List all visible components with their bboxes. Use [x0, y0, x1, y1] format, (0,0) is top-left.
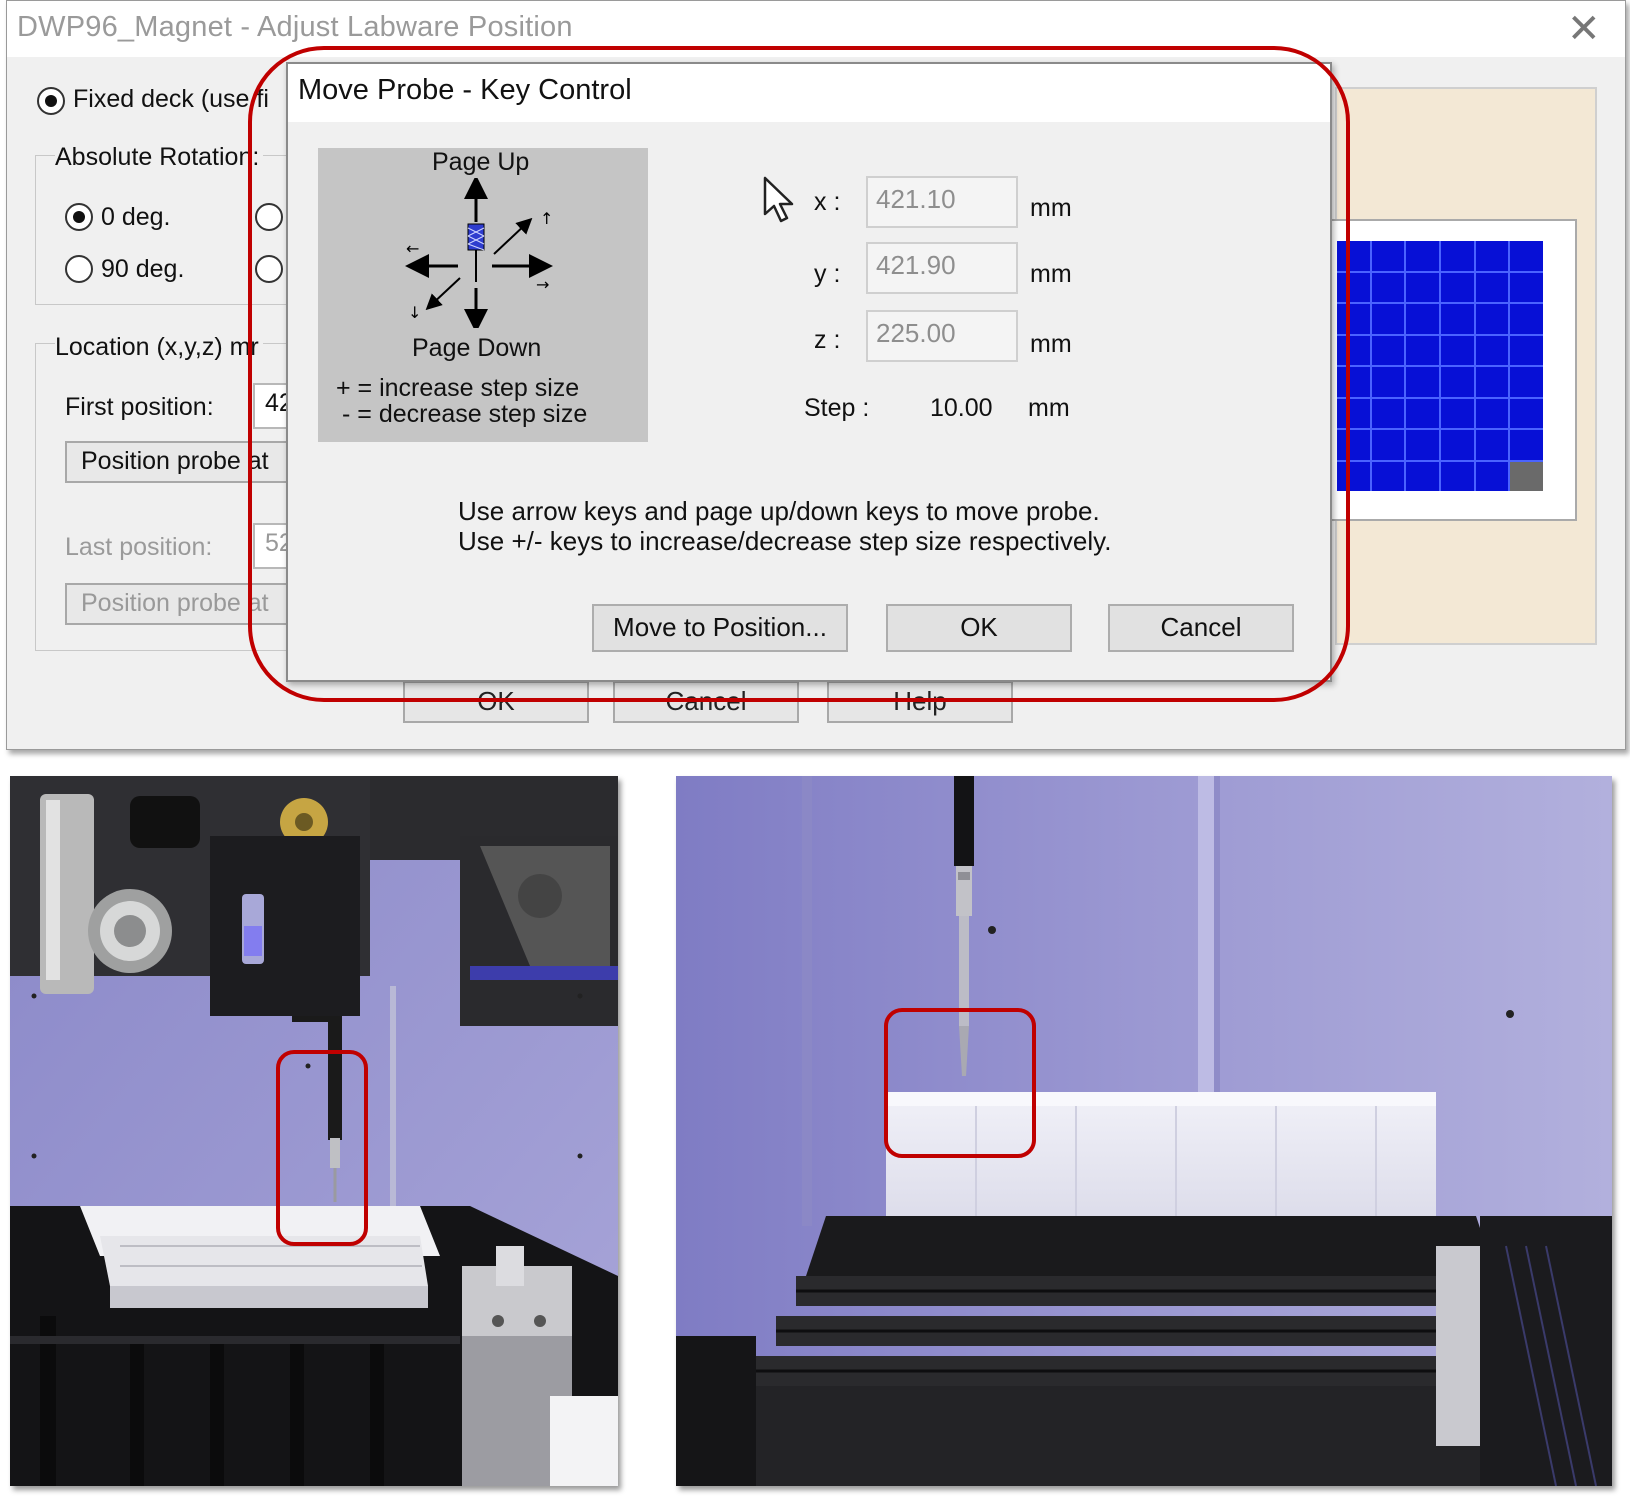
well	[1441, 272, 1474, 302]
well	[1475, 241, 1509, 271]
well	[1441, 398, 1474, 428]
well	[1475, 367, 1509, 397]
well	[1371, 272, 1405, 302]
window-title: DWP96_Magnet - Adjust Labware Position	[17, 11, 573, 43]
dialog-highlight-frame	[248, 46, 1350, 702]
last-position-label: Last position:	[65, 533, 213, 561]
well	[1441, 367, 1474, 397]
well	[1371, 461, 1405, 491]
well	[1510, 272, 1543, 302]
well	[1371, 398, 1405, 428]
location-group-label: Location (x,y,z) mr	[55, 333, 263, 362]
well	[1510, 430, 1543, 460]
first-position-label: First position:	[65, 393, 214, 421]
instrument-photo-closeup	[676, 776, 1612, 1486]
well-grid	[1337, 241, 1543, 491]
well	[1406, 430, 1439, 460]
well	[1441, 241, 1474, 271]
well	[1371, 304, 1405, 334]
fixed-deck-radio[interactable]	[37, 87, 65, 115]
well	[1475, 398, 1509, 428]
instrument-closeup-illustration	[676, 776, 1612, 1486]
rotation-90-radio[interactable]	[65, 255, 93, 283]
well	[1475, 272, 1509, 302]
rotation-90-label: 90 deg.	[101, 255, 185, 283]
well	[1441, 335, 1474, 365]
rotation-group-label: Absolute Rotation:	[55, 143, 264, 172]
well	[1406, 367, 1439, 397]
well	[1475, 304, 1509, 334]
well	[1510, 241, 1543, 271]
well	[1475, 461, 1509, 491]
well	[1371, 335, 1405, 365]
well	[1441, 461, 1474, 491]
well	[1371, 241, 1405, 271]
well	[1441, 304, 1474, 334]
well	[1406, 461, 1439, 491]
well-selected	[1510, 461, 1543, 491]
well	[1510, 304, 1543, 334]
fixed-deck-label: Fixed deck (use fi	[73, 85, 269, 113]
close-icon[interactable]: ✕	[1567, 5, 1601, 53]
instrument-photo-wide	[10, 776, 618, 1486]
well	[1406, 335, 1439, 365]
well	[1406, 304, 1439, 334]
probe-tip-highlight-closeup	[884, 1008, 1036, 1158]
well	[1510, 367, 1543, 397]
well	[1441, 430, 1474, 460]
well	[1510, 335, 1543, 365]
well	[1510, 398, 1543, 428]
probe-tip-highlight-wide	[276, 1050, 368, 1246]
well	[1475, 335, 1509, 365]
rotation-0-radio[interactable]	[65, 203, 93, 231]
rotation-0-label: 0 deg.	[101, 203, 171, 231]
well	[1406, 241, 1439, 271]
well	[1371, 430, 1405, 460]
well	[1475, 430, 1509, 460]
well	[1406, 398, 1439, 428]
well	[1406, 272, 1439, 302]
well	[1371, 367, 1405, 397]
